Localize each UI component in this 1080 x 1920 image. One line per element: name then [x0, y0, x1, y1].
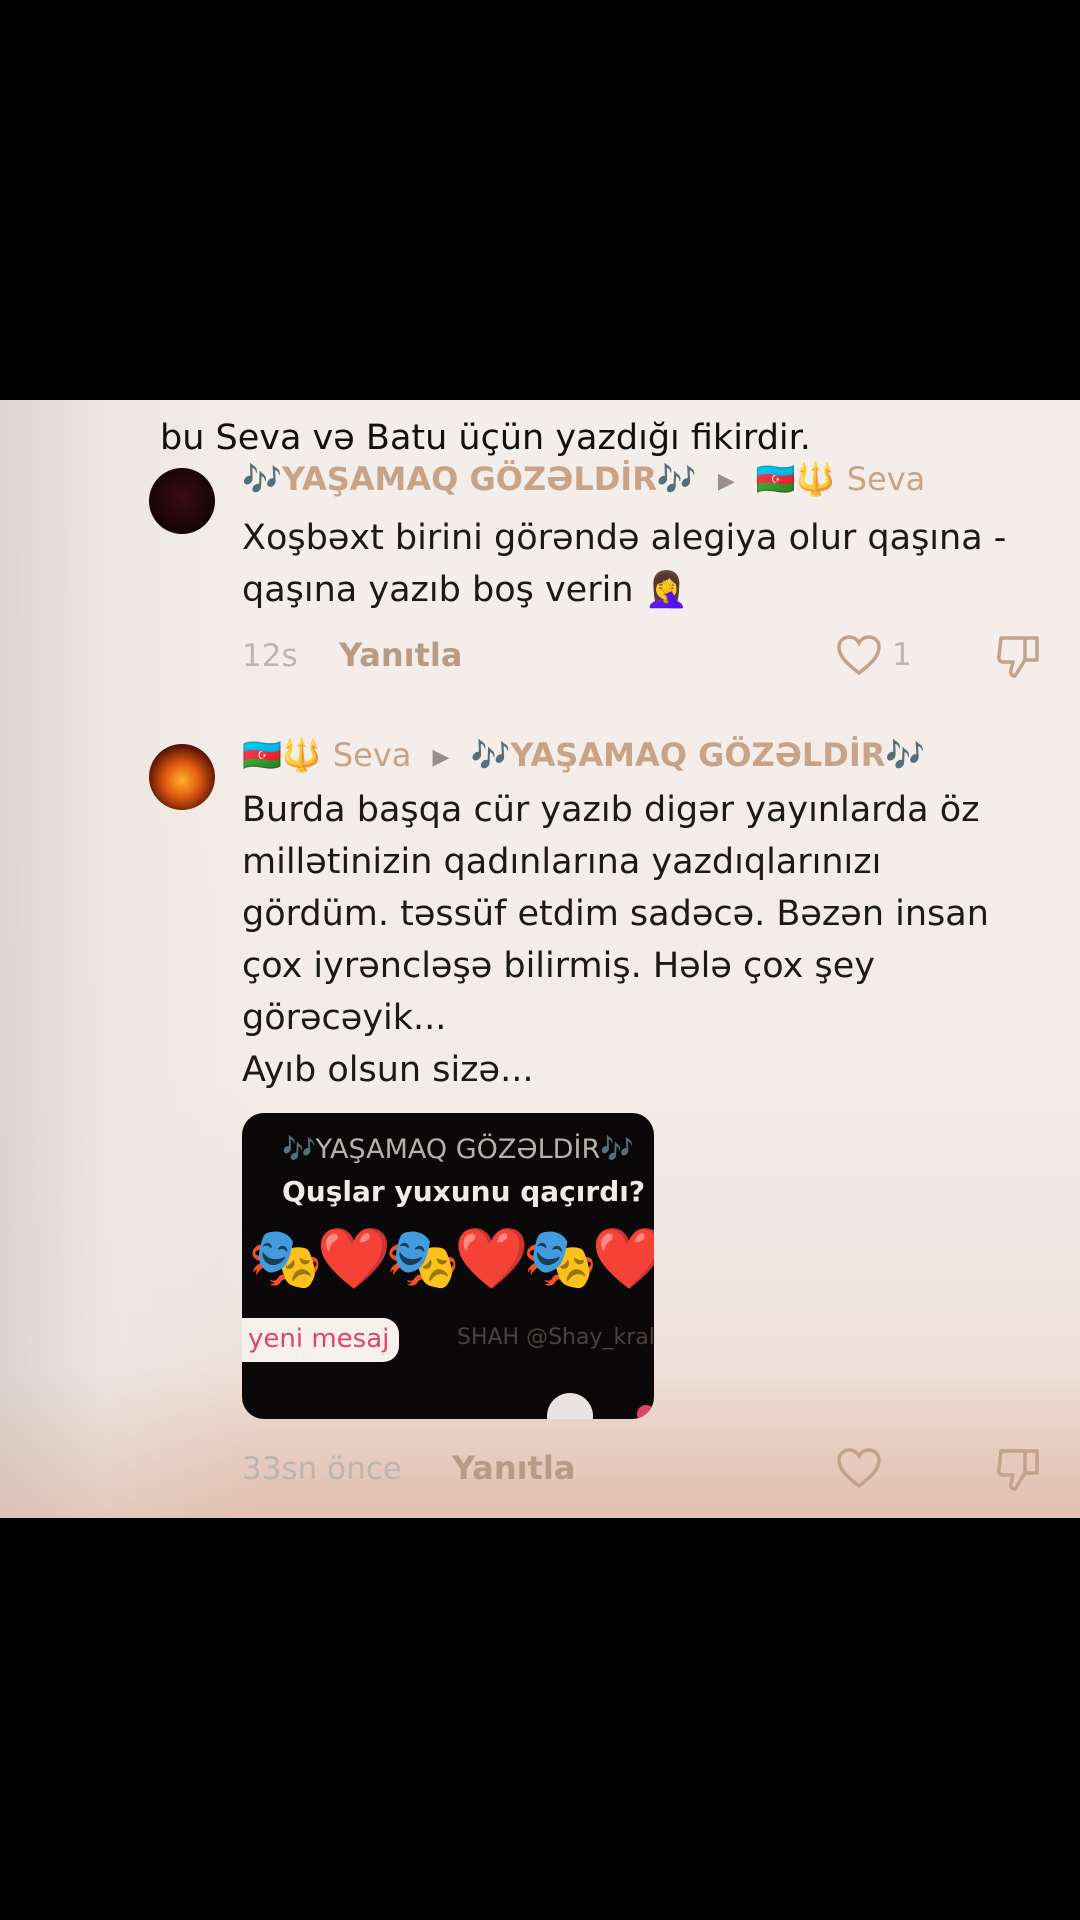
- reply-to-name[interactable]: 🎶YAŞAMAQ GÖZƏLDİR🎶: [471, 736, 926, 774]
- comment-header: 🎶YAŞAMAQ GÖZƏLDİR🎶 ▶ 🇦🇿🔱 Seva: [242, 460, 925, 498]
- comment-time: 12s: [242, 638, 298, 674]
- heart-outline-icon: [837, 1448, 881, 1489]
- comment-text: Xoşbəxt birini görəndə alegiya olur qaşı…: [242, 518, 1007, 610]
- dislike-button[interactable]: [995, 634, 1043, 684]
- like-button[interactable]: 1: [836, 634, 912, 676]
- author-flag: 🇦🇿🔱: [242, 736, 322, 774]
- thumbs-down-outline-icon: [997, 1449, 1039, 1491]
- thumbs-down-outline-icon: [997, 636, 1039, 678]
- avatar[interactable]: [149, 468, 215, 534]
- comment-header: 🇦🇿🔱 Seva ▶ 🎶YAŞAMAQ GÖZƏLDİR🎶: [242, 736, 925, 774]
- attachment-thumbnail[interactable]: 🎶YAŞAMAQ GÖZƏLDİR🎶 Quşlar yuxunu qaçırdı…: [242, 1113, 654, 1419]
- author-name[interactable]: Seva: [333, 736, 412, 774]
- play-triangle-icon: ▶: [717, 468, 735, 494]
- reply-to-flag: 🇦🇿🔱: [755, 460, 836, 498]
- reply-button[interactable]: Yanıtla: [452, 1449, 575, 1487]
- attachment-title: 🎶YAŞAMAQ GÖZƏLDİR🎶: [282, 1134, 634, 1165]
- dislike-button[interactable]: [995, 1447, 1043, 1497]
- play-triangle-icon: ▶: [432, 744, 450, 770]
- notification-dot: [637, 1405, 654, 1419]
- attachment-faint-text: SHAH @Shay_kral: [457, 1325, 654, 1350]
- author-name[interactable]: 🎶YAŞAMAQ GÖZƏLDİR🎶: [242, 460, 697, 498]
- avatar[interactable]: [149, 744, 215, 810]
- new-message-badge: yeni mesaj: [242, 1318, 400, 1362]
- heart-outline-icon: [837, 635, 881, 676]
- comment-time: 33sn önce: [242, 1451, 402, 1487]
- overlay-caption: bu Seva və Batu üçün yazdığı fikirdir.: [160, 418, 811, 458]
- attachment-emojis: 🎭❤️🎭❤️🎭❤️🎭: [248, 1224, 654, 1294]
- like-button[interactable]: [836, 1447, 882, 1489]
- reply-to-name[interactable]: Seva: [847, 460, 926, 498]
- reply-button[interactable]: Yanıtla: [339, 636, 462, 674]
- comment-text: Burda başqa cür yazıb digər yayınlarda ö…: [242, 784, 1022, 1096]
- comment-text-line: Burda başqa cür yazıb digər yayınlarda ö…: [242, 790, 989, 1038]
- attachment-question: Quşlar yuxunu qaçırdı?: [282, 1175, 646, 1208]
- smiley-icon: [547, 1393, 593, 1419]
- like-count: 1: [892, 637, 912, 673]
- comment-text-line: Ayıb olsun sizə...: [242, 1050, 534, 1090]
